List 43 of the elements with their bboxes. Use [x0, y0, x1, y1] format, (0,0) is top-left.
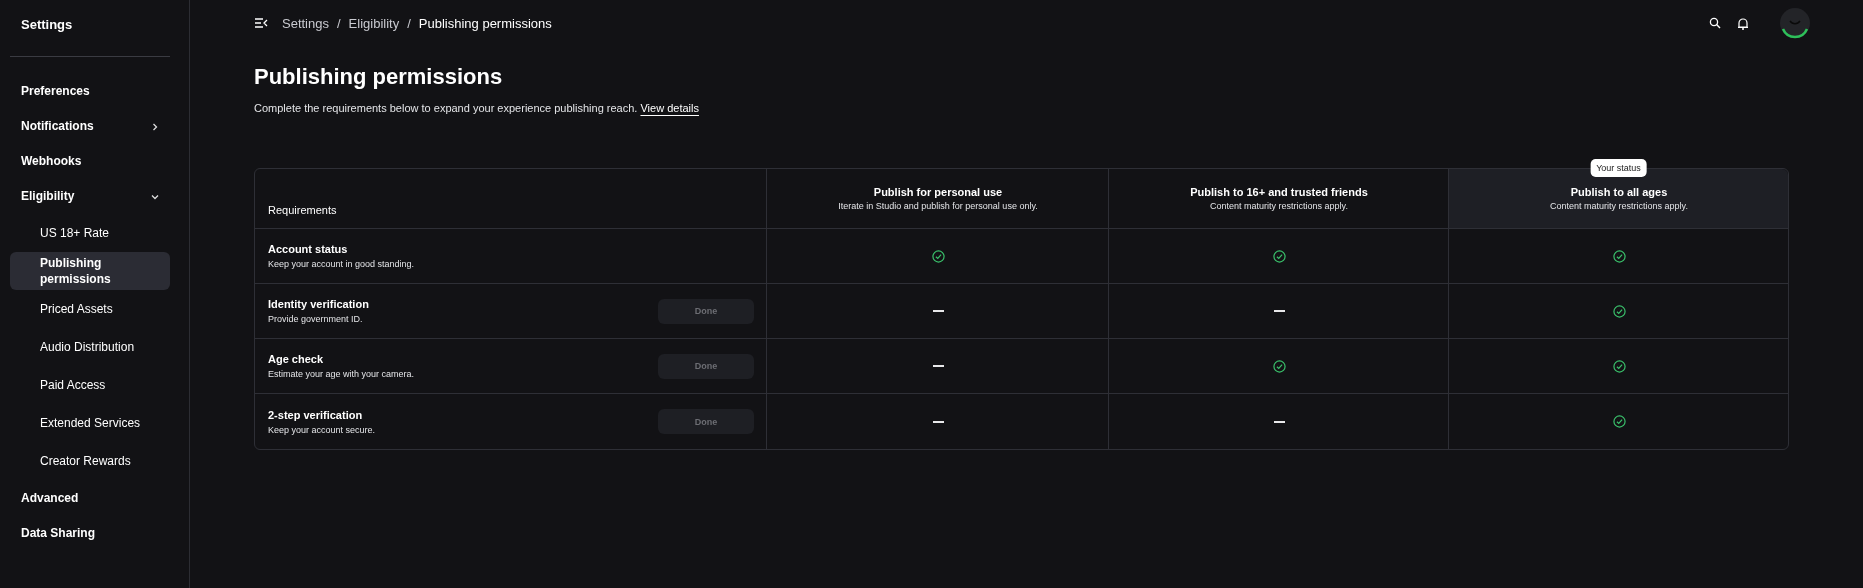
column-subtitle: Content maturity restrictions apply.	[1550, 201, 1688, 211]
status-badge: Your status	[1590, 159, 1647, 177]
requirement-title: Age check	[268, 353, 325, 365]
sidebar-item[interactable]: Publishing permissions	[10, 252, 170, 291]
sidebar-item[interactable]: Data Sharing	[10, 515, 170, 551]
sidebar-item[interactable]: Notifications	[10, 109, 170, 144]
breadcrumb-link[interactable]: Publishing permissions	[418, 15, 552, 31]
sidebar-item[interactable]: Priced Assets	[10, 290, 170, 329]
requirement-title: Account status	[268, 243, 349, 255]
breadcrumb-separator: /	[337, 15, 341, 31]
breadcrumb-separator: /	[407, 15, 411, 31]
requirement-description: Estimate your age with your camera.	[268, 369, 415, 379]
search-icon[interactable]	[1709, 17, 1721, 29]
requirement-title: 2-step verification	[268, 408, 364, 421]
column-title: Publish for personal use	[873, 186, 1003, 198]
column-title: Publish to all ages	[1570, 186, 1668, 198]
menu-collapse-icon[interactable]	[254, 17, 268, 29]
sidebar-item[interactable]: Eligibility	[10, 179, 170, 214]
avatar[interactable]	[1779, 7, 1811, 39]
chevron-right-icon	[150, 121, 160, 132]
sidebar-title: Settings	[20, 16, 74, 34]
sidebar-item[interactable]: Webhooks	[10, 144, 170, 179]
page-title: Publishing permissions	[254, 64, 504, 90]
sidebar-item[interactable]: Advanced	[10, 480, 170, 516]
column-subtitle: Content maturity restrictions apply.	[1210, 201, 1348, 211]
requirement-description: Keep your account secure.	[268, 424, 376, 435]
column-title: Publish to 16+ and trusted friends	[1190, 186, 1368, 198]
requirement-description: Keep your account in good standing.	[268, 259, 415, 269]
column-header: Requirements	[268, 203, 337, 216]
breadcrumb-link[interactable]: Eligibility	[348, 15, 400, 31]
sidebar-item[interactable]: Preferences	[10, 74, 170, 109]
bell-icon[interactable]	[1737, 16, 1749, 30]
sidebar-item[interactable]: Extended Services	[10, 404, 170, 443]
sidebar-item[interactable]: US 18+ Rate	[10, 214, 170, 252]
column-subtitle: Iterate in Studio and publish for personal use only.	[838, 201, 1038, 211]
page-description: Complete the requirements below to expand your experience publishing reach. View details	[254, 102, 700, 114]
requirement-title: Identity verification	[268, 298, 369, 310]
sidebar-item[interactable]: Creator Rewards	[10, 442, 170, 481]
requirement-description: Provide government ID.	[268, 314, 364, 324]
view-details-link[interactable]: View details	[640, 102, 699, 114]
breadcrumb-link[interactable]: Settings	[282, 15, 329, 31]
sidebar-item[interactable]: Audio Distribution	[10, 328, 170, 367]
sidebar-item[interactable]: Paid Access	[10, 366, 170, 405]
